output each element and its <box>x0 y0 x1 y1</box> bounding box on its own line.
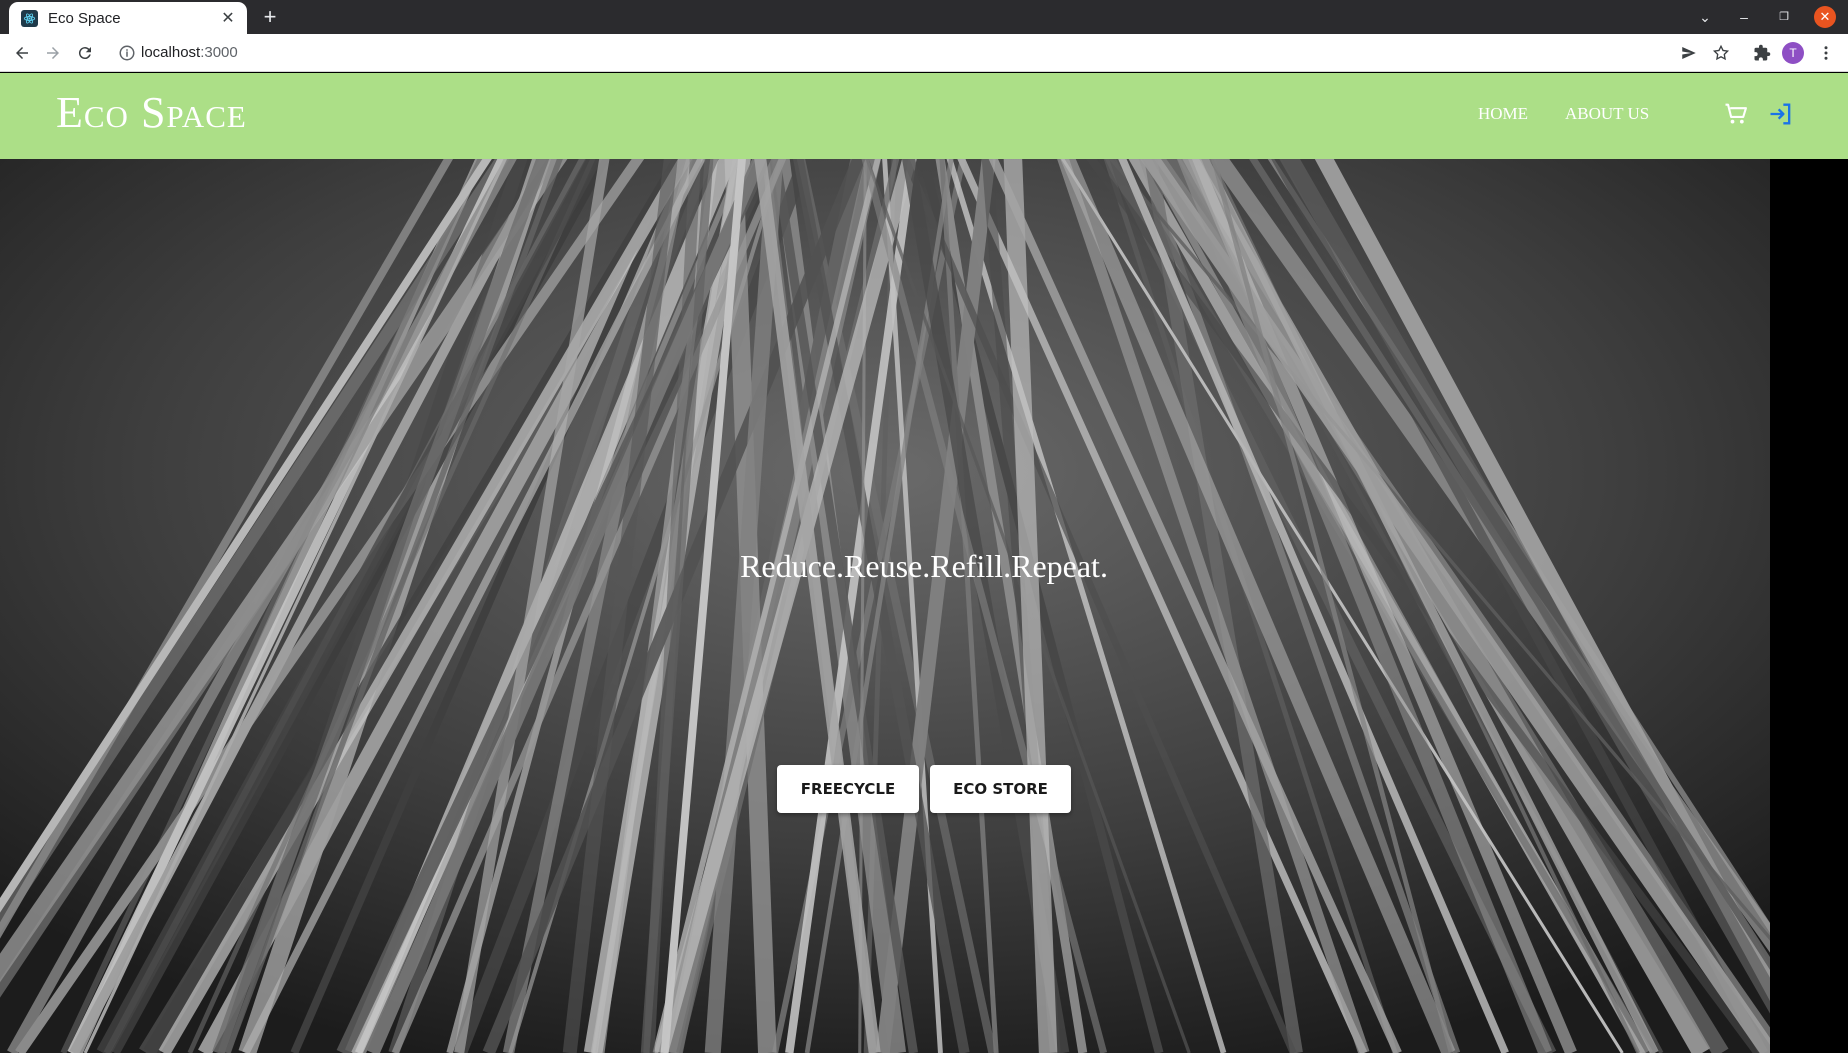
browser-tab[interactable]: Eco Space ✕ <box>9 2 247 34</box>
back-icon[interactable] <box>10 41 34 65</box>
url-host: localhost <box>141 44 201 61</box>
bamboo-forest-image <box>0 159 1770 1053</box>
tab-close-icon[interactable]: ✕ <box>218 8 238 28</box>
browser-menu-icon[interactable] <box>1814 41 1838 65</box>
hero-banner: Reduce.Reuse.Refill.Repeat. FREECYCLE EC… <box>0 159 1770 1053</box>
tab-search-chevron-icon[interactable]: ⌄ <box>1695 6 1715 28</box>
extensions-icon[interactable] <box>1750 41 1774 65</box>
restore-icon[interactable]: ❐ <box>1774 6 1794 28</box>
reload-icon[interactable] <box>73 41 97 65</box>
nav-about-link[interactable]: ABOUT US <box>1565 104 1649 124</box>
eco-store-button[interactable]: ECO STORE <box>930 765 1071 813</box>
profile-avatar[interactable]: T <box>1782 42 1804 64</box>
site-navbar: Eco Space HOME ABOUT US <box>0 73 1848 159</box>
hero-tagline: Reduce.Reuse.Refill.Repeat. <box>740 548 1108 584</box>
freecycle-button[interactable]: FREECYCLE <box>777 765 919 813</box>
send-icon[interactable] <box>1677 41 1701 65</box>
login-icon[interactable] <box>1767 100 1795 128</box>
url-port: :3000 <box>200 44 238 61</box>
url-text: localhost:3000 <box>141 44 238 61</box>
new-tab-button[interactable]: + <box>258 4 282 30</box>
shopping-cart-icon[interactable] <box>1722 100 1750 128</box>
tab-title: Eco Space <box>48 10 121 27</box>
bookmark-star-icon[interactable] <box>1709 41 1733 65</box>
page-viewport: Eco Space HOME ABOUT US Reduce.Reuse.Ref… <box>0 73 1848 1053</box>
browser-toolbar: localhost:3000 T <box>0 34 1848 72</box>
address-bar[interactable]: localhost:3000 <box>108 38 1720 68</box>
forward-icon[interactable] <box>41 41 65 65</box>
window-close-icon[interactable]: ✕ <box>1814 6 1836 28</box>
nav-home-link[interactable]: HOME <box>1478 104 1528 124</box>
site-info-icon[interactable] <box>118 44 136 62</box>
site-logo[interactable]: Eco Space <box>56 87 247 138</box>
browser-tab-strip: Eco Space ✕ + ⌄ – ❐ ✕ <box>0 0 1848 34</box>
react-favicon-icon <box>21 10 38 27</box>
minimize-icon[interactable]: – <box>1734 6 1754 28</box>
